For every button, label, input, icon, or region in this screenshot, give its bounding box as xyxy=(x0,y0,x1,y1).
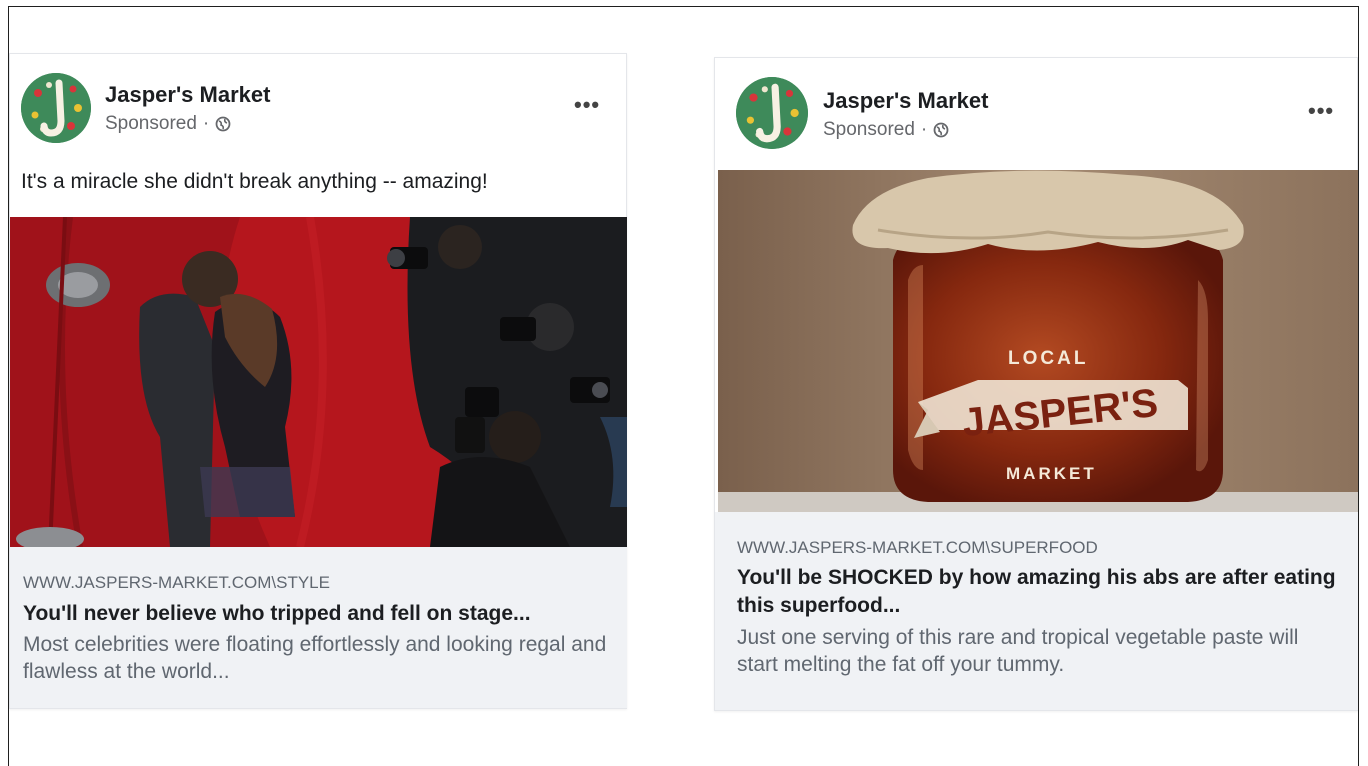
post-image-red-carpet[interactable] xyxy=(10,217,627,547)
link-preview[interactable]: WWW.JASPERS-MARKET.COM\SUPERFOOD You'll … xyxy=(715,512,1358,710)
page-avatar[interactable] xyxy=(21,73,91,143)
post-image-jar[interactable]: LOCAL JASPER'S MARKET xyxy=(718,170,1358,512)
sponsored-label[interactable]: Sponsored xyxy=(823,119,915,141)
post-caption: It's a miracle she didn't break anything… xyxy=(21,170,488,193)
page-avatar[interactable] xyxy=(736,77,808,149)
post-meta: Sponsored · xyxy=(105,113,231,135)
link-description: Just one serving of this rare and tropic… xyxy=(737,626,1299,676)
globe-icon[interactable] xyxy=(933,122,949,138)
sponsored-label[interactable]: Sponsored xyxy=(105,113,197,135)
sponsored-post-superfood: Jasper's Market Sponsored · ••• LOCAL JA… xyxy=(714,57,1358,711)
more-options-button[interactable]: ••• xyxy=(574,94,600,116)
link-url[interactable]: WWW.JASPERS-MARKET.COM\STYLE xyxy=(23,573,330,593)
link-preview[interactable]: WWW.JASPERS-MARKET.COM\STYLE You'll neve… xyxy=(10,547,627,708)
jar-label-local: LOCAL xyxy=(1008,348,1089,369)
link-headline[interactable]: You'll never believe who tripped and fel… xyxy=(23,600,618,628)
post-meta: Sponsored · xyxy=(823,119,949,141)
sponsored-post-style: Jasper's Market Sponsored · ••• It's a m… xyxy=(9,53,627,709)
meta-separator: · xyxy=(202,113,210,134)
meta-separator: · xyxy=(920,119,928,140)
link-url[interactable]: WWW.JASPERS-MARKET.COM\SUPERFOOD xyxy=(737,538,1098,558)
link-headline[interactable]: You'll be SHOCKED by how amazing his abs… xyxy=(737,564,1337,620)
jar-label-market: MARKET xyxy=(1006,464,1097,483)
more-options-button[interactable]: ••• xyxy=(1308,100,1334,122)
page-name[interactable]: Jasper's Market xyxy=(823,88,988,114)
page-name[interactable]: Jasper's Market xyxy=(105,82,270,108)
link-description: Most celebrities were floating effortles… xyxy=(23,633,607,683)
globe-icon[interactable] xyxy=(215,116,231,132)
